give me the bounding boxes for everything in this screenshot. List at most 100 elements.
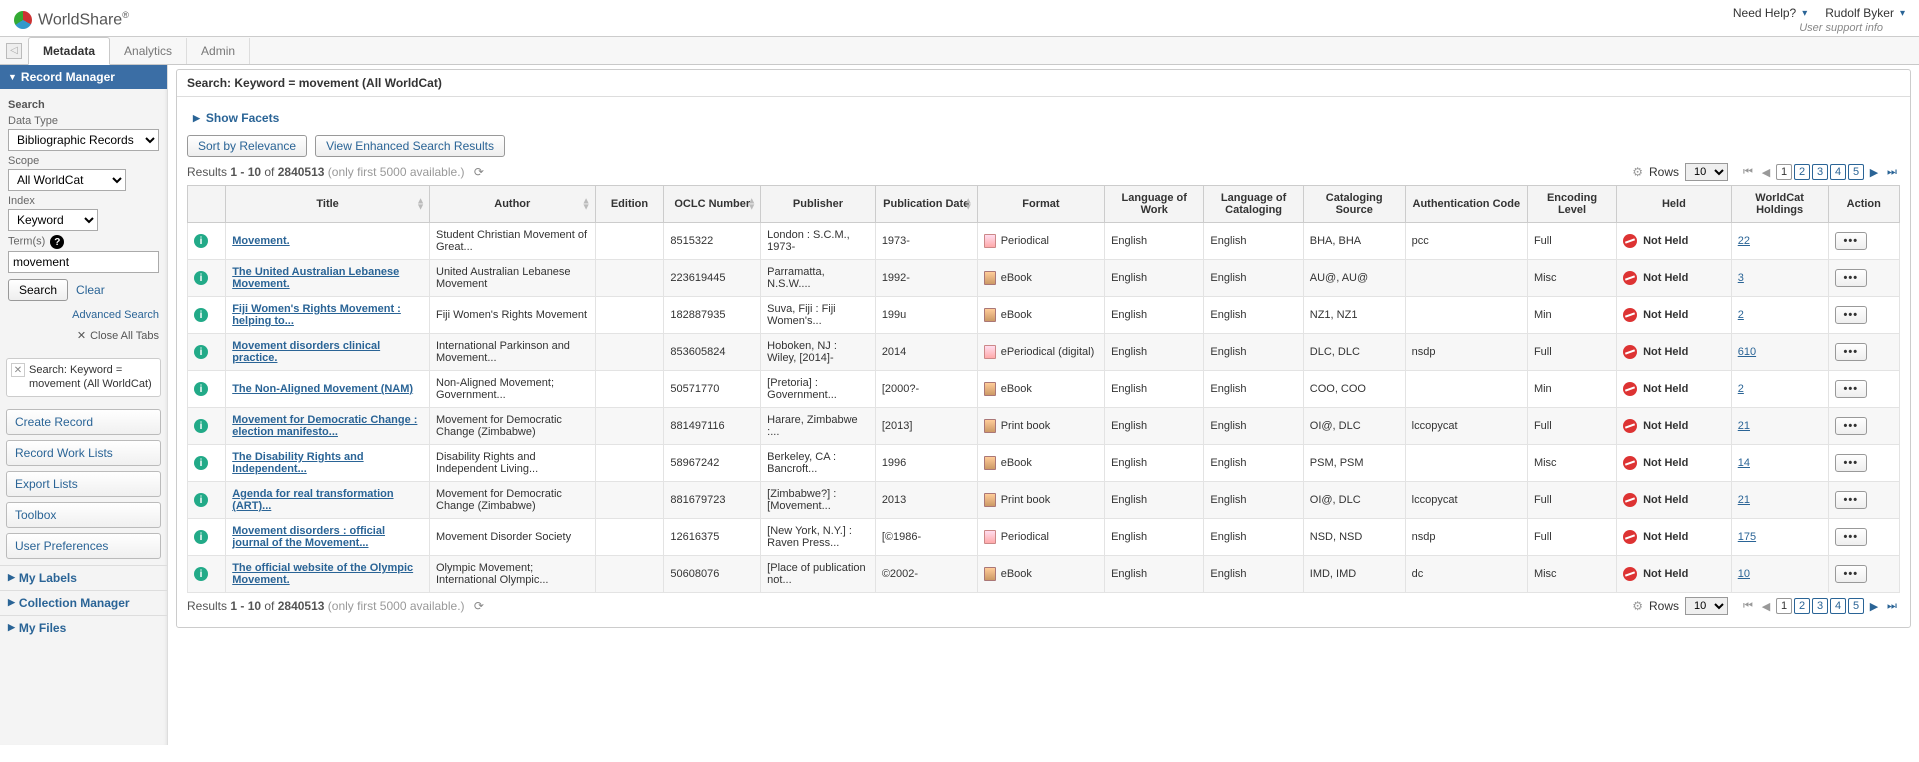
- page-2[interactable]: 2: [1794, 164, 1810, 180]
- page-3[interactable]: 3: [1812, 164, 1828, 180]
- holdings-link[interactable]: 3: [1738, 272, 1744, 284]
- close-all-tabs[interactable]: ✕Close All Tabs: [8, 329, 159, 342]
- page-1[interactable]: 1: [1776, 598, 1792, 614]
- info-icon[interactable]: i: [194, 271, 208, 285]
- holdings-link[interactable]: 2: [1738, 383, 1744, 395]
- info-icon[interactable]: i: [194, 456, 208, 470]
- user-preferences-button[interactable]: User Preferences: [6, 533, 161, 559]
- sidebar-record-manager-header[interactable]: ▼Record Manager: [0, 65, 167, 89]
- page-next[interactable]: ▶: [1866, 598, 1882, 614]
- user-menu[interactable]: Rudolf Byker▾: [1825, 6, 1905, 20]
- holdings-link[interactable]: 21: [1738, 420, 1750, 432]
- row-action-menu[interactable]: •••: [1835, 232, 1868, 250]
- index-select[interactable]: Keyword: [8, 209, 98, 231]
- info-icon[interactable]: i: [194, 308, 208, 322]
- scope-select[interactable]: All WorldCat: [8, 169, 126, 191]
- cell-action: •••: [1828, 371, 1899, 408]
- clear-link[interactable]: Clear: [76, 283, 105, 297]
- open-search-tab[interactable]: ✕ Search: Keyword = movement (All WorldC…: [6, 358, 161, 397]
- row-action-menu[interactable]: •••: [1835, 306, 1868, 324]
- gear-icon[interactable]: ⚙: [1632, 165, 1643, 179]
- close-search-tab-button[interactable]: ✕: [11, 363, 25, 377]
- toolbox-button[interactable]: Toolbox: [6, 502, 161, 528]
- info-icon[interactable]: i: [194, 234, 208, 248]
- advanced-search-link[interactable]: Advanced Search: [72, 309, 159, 321]
- refresh-icon[interactable]: ⟳: [474, 599, 484, 613]
- col-author[interactable]: Author▲▼: [430, 186, 596, 223]
- col-oclc-number[interactable]: OCLC Number▲▼: [664, 186, 761, 223]
- page-3[interactable]: 3: [1812, 598, 1828, 614]
- info-icon[interactable]: i: [194, 419, 208, 433]
- record-work-lists-button[interactable]: Record Work Lists: [6, 440, 161, 466]
- holdings-link[interactable]: 14: [1738, 457, 1750, 469]
- page-5[interactable]: 5: [1848, 164, 1864, 180]
- page-4[interactable]: 4: [1830, 164, 1846, 180]
- export-lists-button[interactable]: Export Lists: [6, 471, 161, 497]
- page-2[interactable]: 2: [1794, 598, 1810, 614]
- info-icon[interactable]: i: [194, 567, 208, 581]
- cell-action: •••: [1828, 297, 1899, 334]
- title-link[interactable]: Movement for Democratic Change : electio…: [232, 414, 417, 438]
- holdings-link[interactable]: 10: [1738, 568, 1750, 580]
- row-action-menu[interactable]: •••: [1835, 528, 1868, 546]
- tab-analytics[interactable]: Analytics: [110, 38, 187, 64]
- page-last[interactable]: ⏭: [1884, 598, 1900, 614]
- col-publisher: Publisher: [761, 186, 876, 223]
- page-last[interactable]: ⏭: [1884, 164, 1900, 180]
- title-link[interactable]: Movement.: [232, 235, 289, 247]
- holdings-link[interactable]: 610: [1738, 346, 1756, 358]
- sort-by-relevance-button[interactable]: Sort by Relevance: [187, 135, 307, 157]
- holdings-link[interactable]: 22: [1738, 235, 1750, 247]
- info-icon[interactable]: i: [194, 382, 208, 396]
- row-action-menu[interactable]: •••: [1835, 454, 1868, 472]
- terms-input[interactable]: [8, 251, 159, 273]
- row-action-menu[interactable]: •••: [1835, 565, 1868, 583]
- title-link[interactable]: Agenda for real transformation (ART)...: [232, 488, 393, 512]
- info-icon[interactable]: i: [194, 493, 208, 507]
- title-link[interactable]: The official website of the Olympic Move…: [232, 562, 413, 586]
- col-title[interactable]: Title▲▼: [226, 186, 430, 223]
- row-action-menu[interactable]: •••: [1835, 343, 1868, 361]
- holdings-link[interactable]: 21: [1738, 494, 1750, 506]
- holdings-link[interactable]: 175: [1738, 531, 1756, 543]
- col-publication-date[interactable]: Publication Date▲▼: [875, 186, 977, 223]
- not-held-icon: [1623, 419, 1637, 433]
- info-icon[interactable]: i: [194, 530, 208, 544]
- sidebar-collection-manager[interactable]: ▶Collection Manager: [0, 590, 167, 615]
- rows-select-bottom[interactable]: 10: [1685, 597, 1728, 615]
- help-icon[interactable]: ?: [50, 235, 64, 249]
- title-link[interactable]: Movement disorders clinical practice.: [232, 340, 380, 364]
- title-link[interactable]: The Disability Rights and Independent...: [232, 451, 363, 475]
- cell-source: OI@, DLC: [1303, 482, 1405, 519]
- row-action-menu[interactable]: •••: [1835, 491, 1868, 509]
- view-enhanced-results-button[interactable]: View Enhanced Search Results: [315, 135, 505, 157]
- info-icon[interactable]: i: [194, 345, 208, 359]
- page-next[interactable]: ▶: [1866, 164, 1882, 180]
- gear-icon[interactable]: ⚙: [1632, 599, 1643, 613]
- cell-lang-work: English: [1105, 260, 1204, 297]
- title-link[interactable]: The Non-Aligned Movement (NAM): [232, 383, 413, 395]
- page-5[interactable]: 5: [1848, 598, 1864, 614]
- data-type-select[interactable]: Bibliographic Records: [8, 129, 159, 151]
- refresh-icon[interactable]: ⟳: [474, 165, 484, 179]
- show-facets-toggle[interactable]: ▶Show Facets: [193, 111, 1900, 125]
- tab-admin[interactable]: Admin: [187, 38, 250, 64]
- title-link[interactable]: Fiji Women's Rights Movement : helping t…: [232, 303, 401, 327]
- title-link[interactable]: Movement disorders : official journal of…: [232, 525, 385, 549]
- title-link[interactable]: The United Australian Lebanese Movement.: [232, 266, 399, 290]
- page-4[interactable]: 4: [1830, 598, 1846, 614]
- row-action-menu[interactable]: •••: [1835, 417, 1868, 435]
- tab-metadata[interactable]: Metadata: [28, 37, 110, 65]
- create-record-button[interactable]: Create Record: [6, 409, 161, 435]
- search-button[interactable]: Search: [8, 279, 68, 301]
- help-menu[interactable]: Need Help?▾: [1733, 6, 1807, 20]
- page-1[interactable]: 1: [1776, 164, 1792, 180]
- holdings-link[interactable]: 2: [1738, 309, 1744, 321]
- collapse-sidebar-button[interactable]: ◁: [6, 43, 22, 59]
- sidebar-my-labels[interactable]: ▶My Labels: [0, 565, 167, 590]
- rows-select[interactable]: 10: [1685, 163, 1728, 181]
- row-action-menu[interactable]: •••: [1835, 380, 1868, 398]
- triangle-right-icon: ▶: [8, 622, 15, 633]
- row-action-menu[interactable]: •••: [1835, 269, 1868, 287]
- sidebar-my-files[interactable]: ▶My Files: [0, 615, 167, 640]
